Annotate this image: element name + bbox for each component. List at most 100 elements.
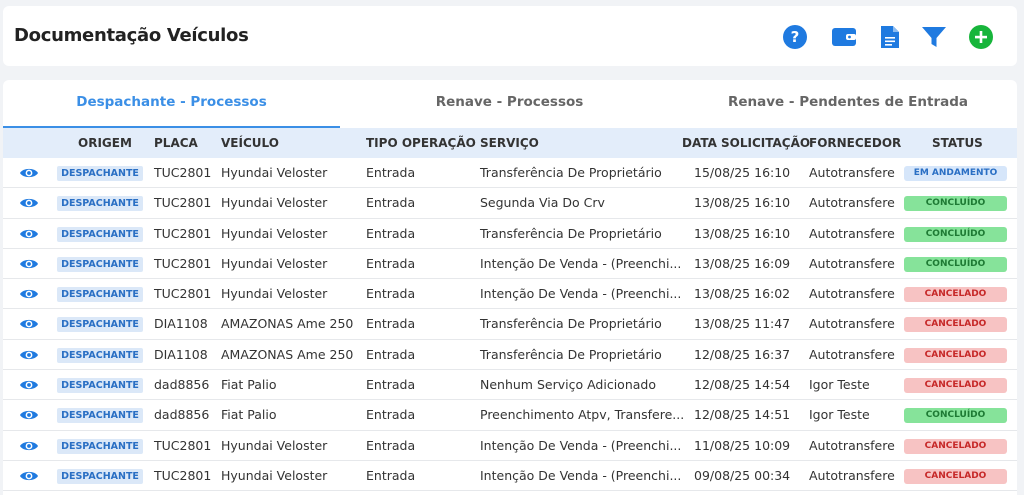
origem-badge: DESPACHANTE bbox=[57, 378, 143, 394]
status-badge: CANCELADO bbox=[904, 378, 1007, 394]
fornecedor-cell: Autotransfere bbox=[809, 316, 895, 332]
tipo-operacao-cell: Entrada bbox=[366, 407, 416, 423]
data-solicitacao-cell: 13/08/25 16:09 bbox=[694, 255, 791, 271]
col-servico[interactable]: SERVIÇO bbox=[480, 128, 539, 158]
veiculo-cell: Hyundai Veloster bbox=[221, 195, 328, 211]
svg-text:?: ? bbox=[791, 28, 800, 46]
origem-badge: DESPACHANTE bbox=[57, 347, 143, 363]
placa-cell: dad8856 bbox=[154, 377, 210, 393]
veiculo-cell: Fiat Palio bbox=[221, 377, 277, 393]
table-row[interactable]: DESPACHANTE TUC2801 Hyundai Veloster Ent… bbox=[3, 461, 1017, 492]
help-icon[interactable]: ? bbox=[782, 24, 808, 50]
col-status[interactable]: STATUS bbox=[932, 128, 983, 158]
origem-badge: DESPACHANTE bbox=[57, 408, 143, 424]
tab-renave-processos[interactable]: Renave - Processos bbox=[340, 80, 679, 128]
fornecedor-cell: Autotransfere bbox=[809, 467, 895, 483]
placa-cell: TUC2801 bbox=[154, 467, 212, 483]
veiculo-cell: Hyundai Veloster bbox=[221, 225, 328, 241]
eye-icon[interactable] bbox=[19, 227, 39, 241]
eye-icon[interactable] bbox=[19, 166, 39, 180]
fornecedor-cell: Igor Teste bbox=[809, 377, 870, 393]
placa-cell: TUC2801 bbox=[154, 286, 212, 302]
data-solicitacao-cell: 11/08/25 10:09 bbox=[694, 437, 791, 453]
veiculo-cell: Hyundai Veloster bbox=[221, 437, 328, 453]
data-solicitacao-cell: 15/08/25 16:10 bbox=[694, 165, 791, 180]
placa-cell: TUC2801 bbox=[154, 165, 212, 180]
eye-icon[interactable] bbox=[19, 196, 39, 210]
col-placa[interactable]: PLACA bbox=[154, 128, 198, 158]
tipo-operacao-cell: Entrada bbox=[366, 225, 416, 241]
col-tipo-operacao[interactable]: TIPO OPERAÇÃO bbox=[366, 128, 476, 158]
col-data-solicitacao[interactable]: DATA SOLICITAÇÃO bbox=[682, 128, 810, 158]
servico-cell: Preenchimento Atpv, Transfere... bbox=[480, 407, 685, 423]
tipo-operacao-cell: Entrada bbox=[366, 437, 416, 453]
eye-icon[interactable] bbox=[19, 348, 39, 362]
servico-cell: Intenção De Venda - (Preenchi... bbox=[480, 467, 682, 483]
data-solicitacao-cell: 12/08/25 14:54 bbox=[694, 377, 791, 393]
eye-icon[interactable] bbox=[19, 439, 39, 453]
placa-cell: DIA1108 bbox=[154, 316, 208, 332]
table-row[interactable]: DESPACHANTE TUC2801 Hyundai Veloster Ent… bbox=[3, 219, 1017, 249]
add-icon[interactable] bbox=[968, 24, 994, 50]
table-row[interactable]: DESPACHANTE TUC2801 Hyundai Veloster Ent… bbox=[3, 431, 1017, 461]
tipo-operacao-cell: Entrada bbox=[366, 195, 416, 211]
placa-cell: dad8856 bbox=[154, 407, 210, 423]
table-row[interactable]: DESPACHANTE dad8856 Fiat Palio Entrada P… bbox=[3, 400, 1017, 431]
tipo-operacao-cell: Entrada bbox=[366, 316, 416, 332]
origem-badge: DESPACHANTE bbox=[57, 317, 143, 333]
data-solicitacao-cell: 12/08/25 16:37 bbox=[694, 346, 791, 362]
table-row[interactable]: DESPACHANTE TUC2801 Hyundai Veloster Ent… bbox=[3, 279, 1017, 310]
servico-cell: Nenhum Serviço Adicionado bbox=[480, 377, 656, 393]
data-solicitacao-cell: 13/08/25 11:47 bbox=[694, 316, 791, 332]
eye-icon[interactable] bbox=[19, 469, 39, 483]
col-fornecedor[interactable]: FORNECEDOR bbox=[809, 128, 901, 158]
fornecedor-cell: Autotransfere bbox=[809, 225, 895, 241]
table-header: ORIGEM PLACA VEÍCULO TIPO OPERAÇÃO SERVI… bbox=[3, 128, 1017, 158]
eye-icon[interactable] bbox=[19, 378, 39, 392]
page-title: Documentação Veículos bbox=[14, 25, 249, 46]
origem-badge: DESPACHANTE bbox=[57, 226, 143, 242]
document-icon[interactable] bbox=[877, 24, 903, 50]
servico-cell: Intenção De Venda - (Preenchi... bbox=[480, 286, 682, 302]
tipo-operacao-cell: Entrada bbox=[366, 165, 416, 180]
veiculo-cell: Hyundai Veloster bbox=[221, 286, 328, 302]
tipo-operacao-cell: Entrada bbox=[366, 286, 416, 302]
eye-icon[interactable] bbox=[19, 408, 39, 422]
eye-icon[interactable] bbox=[19, 287, 39, 301]
status-badge: CONCLUÍDO bbox=[904, 408, 1007, 424]
filter-icon[interactable] bbox=[921, 24, 947, 50]
table-row[interactable]: DESPACHANTE DIA1108 AMAZONAS Ame 250 Ent… bbox=[3, 340, 1017, 371]
veiculo-cell: Fiat Palio bbox=[221, 407, 277, 423]
servico-cell: Transferência De Proprietário bbox=[480, 165, 662, 180]
origem-badge: DESPACHANTE bbox=[57, 438, 143, 454]
servico-cell: Transferência De Proprietário bbox=[480, 225, 662, 241]
origem-badge: DESPACHANTE bbox=[57, 468, 143, 484]
table-row[interactable]: DESPACHANTE TUC2801 Hyundai Veloster Ent… bbox=[3, 158, 1017, 189]
veiculo-cell: AMAZONAS Ame 250 bbox=[221, 316, 354, 332]
veiculo-cell: Hyundai Veloster bbox=[221, 165, 328, 180]
tipo-operacao-cell: Entrada bbox=[366, 467, 416, 483]
veiculo-cell: Hyundai Veloster bbox=[221, 467, 328, 483]
tab-despachante-processos[interactable]: Despachante - Processos bbox=[3, 80, 340, 128]
col-origem[interactable]: ORIGEM bbox=[78, 128, 132, 158]
table-row[interactable]: DESPACHANTE TUC2801 Hyundai Veloster Ent… bbox=[3, 249, 1017, 280]
status-badge: CANCELADO bbox=[904, 347, 1007, 363]
table-row[interactable]: DESPACHANTE TUC2801 Hyundai Veloster Ent… bbox=[3, 188, 1017, 219]
status-badge: CANCELADO bbox=[904, 317, 1007, 333]
tab-renave-pendentes[interactable]: Renave - Pendentes de Entrada bbox=[679, 80, 1017, 128]
table-row[interactable]: DESPACHANTE DIA1108 AMAZONAS Ame 250 Ent… bbox=[3, 309, 1017, 340]
placa-cell: TUC2801 bbox=[154, 255, 212, 271]
status-badge: EM ANDAMENTO bbox=[904, 166, 1007, 181]
fornecedor-cell: Autotransfere bbox=[809, 165, 895, 180]
tipo-operacao-cell: Entrada bbox=[366, 377, 416, 393]
eye-icon[interactable] bbox=[19, 317, 39, 331]
tab-bar: Despachante - Processos Renave - Process… bbox=[3, 80, 1017, 128]
eye-icon[interactable] bbox=[19, 257, 39, 271]
col-veiculo[interactable]: VEÍCULO bbox=[221, 128, 279, 158]
servico-cell: Segunda Via Do Crv bbox=[480, 195, 605, 211]
table-row[interactable]: DESPACHANTE dad8856 Fiat Palio Entrada N… bbox=[3, 370, 1017, 401]
origem-badge: DESPACHANTE bbox=[57, 287, 143, 303]
wallet-icon[interactable] bbox=[831, 24, 857, 50]
servico-cell: Intenção De Venda - (Preenchi... bbox=[480, 255, 682, 271]
data-solicitacao-cell: 13/08/25 16:10 bbox=[694, 195, 791, 211]
